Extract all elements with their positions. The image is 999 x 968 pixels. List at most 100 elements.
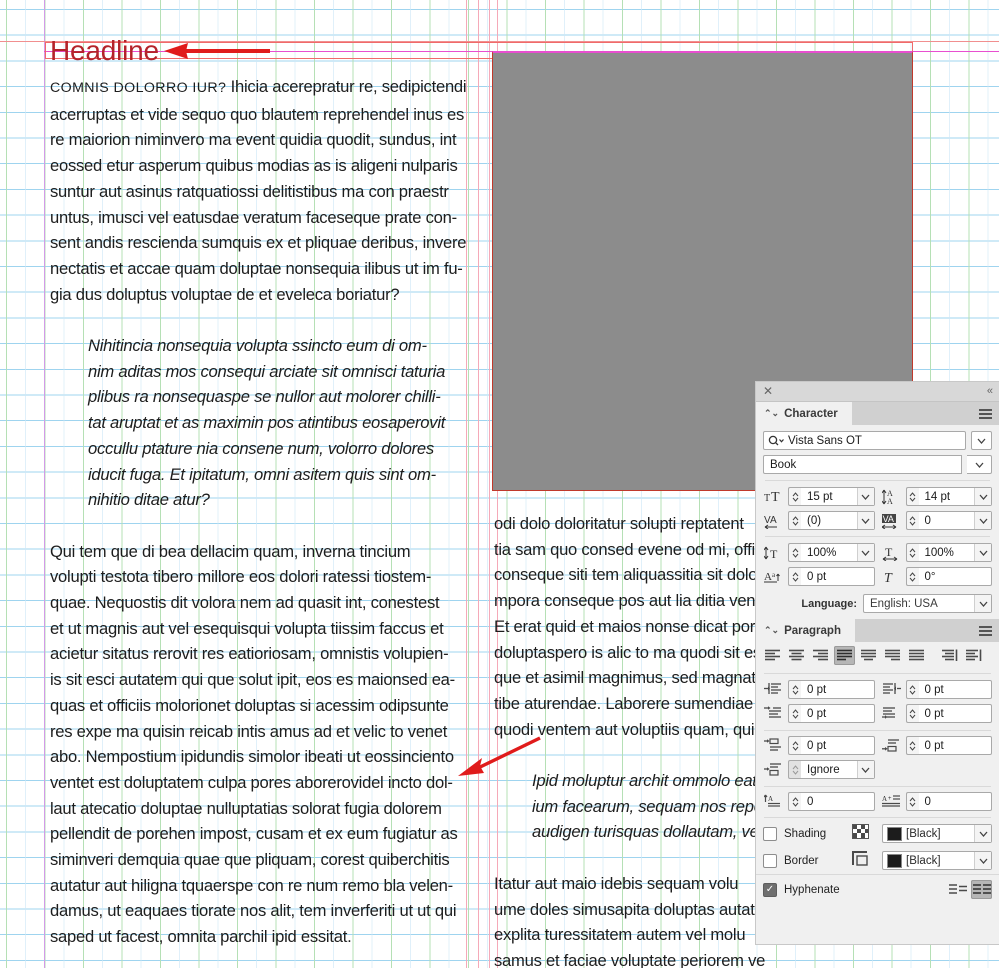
font-family-dropdown[interactable] — [971, 431, 992, 450]
align-left-button[interactable] — [762, 646, 783, 665]
align-toward-spine-button[interactable] — [939, 646, 960, 665]
justify-last-right-button[interactable] — [882, 646, 903, 665]
tracking-dropdown[interactable] — [974, 512, 991, 529]
border-color-dropdown[interactable] — [974, 852, 991, 869]
horizontal-scale-field[interactable]: 100% — [918, 543, 992, 562]
drop-cap-chars-stepper[interactable] — [905, 792, 919, 811]
right-indent-field[interactable]: 0 pt — [918, 680, 992, 699]
shading-checkbox[interactable] — [763, 826, 777, 841]
skew-control[interactable]: T 0° — [881, 567, 992, 586]
baseline-shift-stepper[interactable] — [788, 567, 801, 586]
font-style-field[interactable]: Book — [763, 455, 962, 474]
kerning-control[interactable]: VA (0) — [763, 511, 875, 530]
tracking-control[interactable]: VA 0 — [881, 511, 992, 530]
paragraph-composer-button[interactable] — [971, 880, 992, 899]
align-away-from-spine-button[interactable] — [963, 646, 984, 665]
horizontal-scale-control[interactable]: T 100% — [881, 543, 992, 562]
leading-dropdown[interactable] — [974, 488, 991, 505]
vertical-scale-stepper[interactable] — [788, 543, 801, 562]
font-style-dropdown[interactable] — [967, 455, 992, 474]
space-after-field[interactable]: 0 pt — [918, 736, 992, 755]
kerning-field[interactable]: (0) — [801, 511, 875, 530]
tab-paragraph[interactable]: ⌃⌄ Paragraph — [756, 619, 855, 642]
twirl-icon[interactable]: ⌃⌄ — [764, 408, 779, 419]
horizontal-scale-dropdown[interactable] — [974, 544, 991, 561]
space-between-dropdown[interactable] — [856, 761, 874, 778]
panel-menu-icon[interactable] — [979, 626, 992, 636]
alignment-button-group[interactable] — [756, 642, 999, 671]
border-checkbox[interactable] — [763, 853, 777, 868]
shading-color-field[interactable]: [Black] — [882, 824, 992, 843]
paragraph-tab-row[interactable]: ⌃⌄ Paragraph — [756, 619, 999, 642]
right-indent-stepper[interactable] — [905, 680, 919, 699]
vertical-scale-control[interactable]: T 100% — [763, 543, 875, 562]
leading-control[interactable]: AA 14 pt — [881, 487, 992, 506]
shading-row[interactable]: Shading [Black] — [756, 820, 999, 847]
space-between-field[interactable]: Ignore — [801, 760, 875, 779]
composer-button-group[interactable] — [947, 880, 992, 899]
left-indent-stepper[interactable] — [788, 680, 801, 699]
baseline-shift-control[interactable]: Aa 0 pt — [763, 567, 875, 586]
kerning-dropdown[interactable] — [856, 512, 874, 529]
kerning-stepper[interactable] — [788, 511, 801, 530]
tracking-stepper[interactable] — [905, 511, 919, 530]
character-paragraph-panel[interactable]: ✕ « ⌃⌄ Character Vista Sans OT Book T T … — [756, 382, 999, 944]
border-row[interactable]: Border [Black] — [756, 847, 999, 874]
space-after-stepper[interactable] — [905, 736, 919, 755]
balance-ragged-lines-button[interactable] — [947, 880, 968, 899]
first-line-indent-field[interactable]: 0 pt — [801, 704, 875, 723]
skew-stepper[interactable] — [905, 567, 919, 586]
align-center-button[interactable] — [786, 646, 807, 665]
left-indent-field[interactable]: 0 pt — [801, 680, 875, 699]
leading-stepper[interactable] — [905, 487, 919, 506]
font-size-control[interactable]: TT 15 pt — [763, 487, 875, 506]
left-indent-control[interactable]: 0 pt — [763, 680, 875, 699]
panel-title-bar[interactable]: ✕ « — [756, 382, 999, 402]
language-dropdown[interactable] — [974, 595, 991, 612]
language-field[interactable]: English: USA — [863, 594, 992, 613]
space-between-control[interactable]: Ignore — [763, 760, 875, 779]
leading-field[interactable]: 14 pt — [918, 487, 992, 506]
drop-cap-lines-stepper[interactable] — [788, 792, 801, 811]
font-size-dropdown[interactable] — [856, 488, 874, 505]
space-after-control[interactable]: 0 pt — [881, 736, 992, 755]
character-tab-row[interactable]: ⌃⌄ Character — [756, 402, 999, 425]
language-row[interactable]: Language: English: USA — [756, 592, 999, 619]
skew-field[interactable]: 0° — [918, 567, 992, 586]
twirl-icon[interactable]: ⌃⌄ — [764, 625, 779, 636]
justify-all-button[interactable] — [906, 646, 927, 665]
font-family-row[interactable]: Vista Sans OT — [763, 431, 992, 450]
font-size-field[interactable]: 15 pt — [801, 487, 875, 506]
shading-color-dropdown[interactable] — [974, 825, 991, 842]
baseline-shift-field[interactable]: 0 pt — [801, 567, 875, 586]
font-family-field[interactable]: Vista Sans OT — [763, 431, 966, 450]
last-line-indent-control[interactable]: 0 pt — [881, 704, 992, 723]
double-chevron-left-icon[interactable]: « — [987, 385, 993, 397]
vertical-scale-field[interactable]: 100% — [801, 543, 875, 562]
close-icon[interactable]: ✕ — [762, 385, 774, 397]
font-size-stepper[interactable] — [788, 487, 801, 506]
right-indent-control[interactable]: 0 pt — [881, 680, 992, 699]
space-before-stepper[interactable] — [788, 736, 801, 755]
last-line-indent-stepper[interactable] — [905, 704, 919, 723]
first-line-indent-stepper[interactable] — [788, 704, 801, 723]
last-line-indent-field[interactable]: 0 pt — [918, 704, 992, 723]
tab-character[interactable]: ⌃⌄ Character — [756, 402, 852, 425]
drop-cap-chars-control[interactable]: A + 0 — [881, 792, 992, 811]
space-between-stepper[interactable] — [788, 760, 801, 779]
tracking-field[interactable]: 0 — [918, 511, 992, 530]
search-icon[interactable] — [764, 431, 788, 450]
space-before-control[interactable]: 0 pt — [763, 736, 875, 755]
panel-menu-icon[interactable] — [979, 409, 992, 419]
drop-cap-lines-field[interactable]: 0 — [801, 792, 875, 811]
align-right-button[interactable] — [810, 646, 831, 665]
font-style-row[interactable]: Book — [763, 455, 992, 474]
hyphenate-row[interactable]: Hyphenate — [756, 874, 999, 904]
horizontal-scale-stepper[interactable] — [905, 543, 919, 562]
hyphenate-checkbox[interactable] — [763, 882, 777, 897]
first-line-indent-control[interactable]: 0 pt — [763, 704, 875, 723]
drop-cap-lines-control[interactable]: A 0 — [763, 792, 875, 811]
justify-last-left-button[interactable] — [834, 646, 855, 665]
space-before-field[interactable]: 0 pt — [801, 736, 875, 755]
drop-cap-chars-field[interactable]: 0 — [918, 792, 992, 811]
